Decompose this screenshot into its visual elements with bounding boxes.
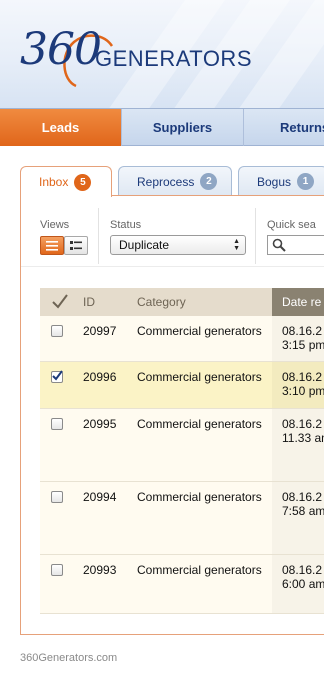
status-select-value: Duplicate (119, 238, 170, 252)
row-date-line1: 08.16.2 (282, 324, 323, 338)
row-checkbox[interactable] (51, 370, 63, 383)
count-badge: 5 (74, 173, 92, 191)
status-select[interactable]: Duplicate ▲ ▼ (110, 235, 246, 255)
row-date-line1: 08.16.2 (282, 417, 323, 431)
tab-bogus[interactable]: Bogus 1 (238, 166, 324, 196)
header-date[interactable]: Date re (282, 295, 321, 309)
row-date-line2: 7:58 am (282, 504, 324, 518)
divider (255, 208, 256, 264)
magnifier-icon (272, 238, 286, 252)
status-label: Status (110, 219, 142, 231)
row-checkbox[interactable] (51, 491, 63, 503)
row-checkbox[interactable] (51, 564, 63, 576)
row-id: 20993 (83, 563, 117, 577)
row-category: Commercial generators (137, 417, 262, 431)
tab-inbox[interactable]: Inbox 5 (20, 166, 112, 197)
count-badge: 1 (297, 173, 315, 190)
header-banner: 360 GENERATORS (0, 0, 324, 108)
footer-site-link[interactable]: 360Generators.com (20, 652, 117, 664)
row-category: Commercial generators (137, 324, 262, 338)
table-header: ID Category Date re (40, 288, 324, 316)
tab-label: Inbox (39, 175, 69, 189)
checkmark-icon (52, 370, 63, 381)
row-date: 08.16.211.33 am (282, 417, 324, 445)
views-label: Views (40, 219, 70, 231)
row-date: 08.16.2 3:15 pm (282, 324, 324, 352)
filter-bar: Views Status Duplicate ▲ ▼ Quick sea (21, 208, 324, 266)
row-date-line2: 3:10 pm (282, 384, 324, 398)
nav-item-returns[interactable]: Returns (244, 109, 324, 146)
tab-reprocess[interactable]: Reprocess 2 (118, 166, 232, 196)
row-checkbox[interactable] (51, 418, 63, 430)
divider (21, 266, 324, 267)
row-date-line2: 6:00 am (282, 577, 324, 591)
row-date-line2: 3:15 pm (282, 338, 324, 352)
table-row[interactable]: 20995 Commercial generators 08.16.2 11.33… (40, 409, 324, 482)
row-category: Commercial generators (137, 563, 262, 577)
row-date-line2: 11.33 am (282, 431, 324, 445)
list-lines-icon (46, 240, 58, 251)
tab-label: Bogus (257, 174, 292, 189)
row-date: 08.16.2 7:58 am (282, 490, 324, 518)
nav-item-suppliers[interactable]: Suppliers (122, 109, 244, 146)
logo-word: GENERATORS (95, 46, 252, 71)
divider (98, 208, 99, 264)
table-row[interactable]: 20997 Commercial generators 08.16.2 3:15 … (40, 316, 324, 362)
bullet-list-icon (70, 240, 82, 250)
row-date: 08.16.2 6:00 am (282, 563, 324, 591)
row-date-line1: 08.16.2 (282, 370, 323, 384)
row-date-line1: 08.16.2 (282, 490, 323, 504)
header-id[interactable]: ID (83, 295, 95, 309)
list-view-button[interactable] (40, 236, 64, 255)
row-date-line1: 08.16.2 (282, 563, 323, 577)
table-row[interactable]: 20994 Commercial generators 08.16.2 7:58 … (40, 482, 324, 555)
main-nav: Leads Suppliers Returns (0, 108, 324, 146)
quick-search-input[interactable] (267, 235, 324, 255)
header-category[interactable]: Category (137, 295, 186, 309)
quick-search-label: Quick sea (267, 219, 316, 231)
table-row[interactable]: 20996 Commercial generators 08.16.2 3:10 … (40, 362, 324, 409)
select-arrows-icon: ▲ ▼ (233, 238, 240, 252)
row-id: 20995 (83, 417, 117, 431)
logo[interactable]: 360 GENERATORS (20, 18, 252, 90)
tab-label: Reprocess (137, 174, 195, 189)
table-row[interactable]: 20993 Commercial generators 08.16.2 6:00 … (40, 555, 324, 614)
row-category: Commercial generators (137, 490, 262, 504)
count-badge: 2 (200, 173, 218, 190)
nav-item-leads[interactable]: Leads (0, 109, 122, 146)
row-id: 20997 (83, 324, 117, 338)
detail-view-button[interactable] (64, 236, 88, 255)
row-id: 20994 (83, 490, 117, 504)
row-checkbox[interactable] (51, 325, 63, 337)
select-all-check-icon[interactable] (51, 294, 69, 310)
row-date: 08.16.2 3:10 pm (282, 370, 324, 398)
row-category: Commercial generators (137, 370, 262, 384)
logo-number: 360 (20, 24, 102, 75)
row-id: 20996 (83, 370, 117, 384)
